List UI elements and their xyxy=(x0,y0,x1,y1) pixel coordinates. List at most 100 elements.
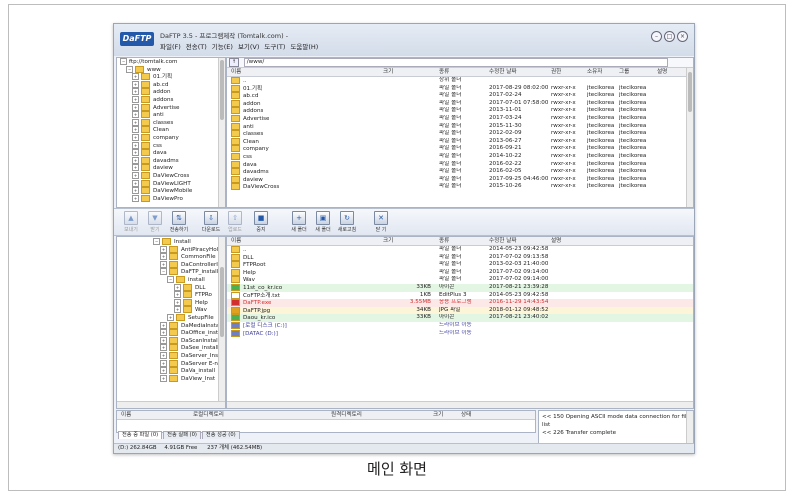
tree-item[interactable]: + DaViewCross xyxy=(117,171,225,180)
table-row[interactable]: 11st_co_kr.ico 33KB 아이콘 2017-08-21 23:39:28 xyxy=(227,283,693,292)
expand-icon[interactable]: + xyxy=(132,171,139,179)
expand-icon[interactable]: + xyxy=(132,156,139,164)
column-header[interactable]: 종류 xyxy=(439,237,449,245)
table-row[interactable]: company 파일 폴더 2016-09-21 rwxr-xr-x jtecikore… xyxy=(227,145,693,153)
table-row[interactable]: .. 상위 폴더 xyxy=(227,77,693,85)
tree-item[interactable]: − DaFTP_install xyxy=(117,268,225,276)
expand-icon[interactable]: + xyxy=(160,321,167,329)
tree-item[interactable]: − install xyxy=(117,275,225,284)
menu-item[interactable]: 보기(V) xyxy=(238,43,259,51)
expand-icon[interactable]: + xyxy=(160,253,167,261)
collapse-icon[interactable]: − xyxy=(120,58,127,65)
table-row[interactable]: Help 파일 폴더 2017-07-02 09:14:00 xyxy=(227,268,693,277)
tree-item[interactable]: + DaSee_install xyxy=(117,344,225,352)
tree-item[interactable]: + DaOffice_inst xyxy=(117,329,225,337)
tree-item[interactable]: + daview xyxy=(117,164,225,172)
tree-item[interactable]: + dava xyxy=(117,149,225,157)
table-row[interactable]: [로컬 디스크 (C:)] 드라이브 이동 xyxy=(227,321,693,330)
local-tree-hscrollbar[interactable] xyxy=(117,401,225,408)
tree-item[interactable]: + addon xyxy=(117,88,225,96)
column-header[interactable]: 수정한 날짜 xyxy=(489,68,517,76)
tree-item[interactable]: + DaControllerI xyxy=(117,260,225,269)
expand-icon[interactable]: + xyxy=(167,313,174,321)
column-header[interactable]: 상태 xyxy=(461,411,471,419)
toolbar-button[interactable]: ⇧ 업로드 xyxy=(222,211,248,233)
tree-item[interactable]: + Clean xyxy=(117,126,225,134)
expand-icon[interactable]: + xyxy=(160,367,167,375)
tree-item[interactable]: + ab.cd xyxy=(117,80,225,89)
expand-icon[interactable]: + xyxy=(132,80,139,88)
tree-item[interactable]: + DaViewMobile xyxy=(117,187,225,195)
expand-icon[interactable]: + xyxy=(160,344,167,352)
expand-icon[interactable]: + xyxy=(132,126,139,134)
table-row[interactable]: DaFTP.jpg 34KB JPG 파일 2018-01-12 09:48:52 xyxy=(227,306,693,315)
tree-item[interactable]: +01.기획 xyxy=(117,73,225,81)
column-header[interactable]: 설명 xyxy=(551,237,561,245)
tree-item[interactable]: + Wav xyxy=(117,306,225,314)
table-row[interactable]: Wav 파일 폴더 2017-07-02 09:14:00 xyxy=(227,276,693,284)
tree-item[interactable]: − Install xyxy=(117,238,225,246)
log-scrollbar[interactable] xyxy=(686,411,693,443)
menu-item[interactable]: 기능(E) xyxy=(212,43,233,51)
tree-item[interactable]: + Advertise xyxy=(117,103,225,112)
menu-item[interactable]: 도구(T) xyxy=(264,43,285,51)
table-row[interactable]: css 파일 폴더 2014-10-22 rwxr-xr-x jtecikorea jte… xyxy=(227,152,693,161)
column-header[interactable]: 원격디렉토리 xyxy=(331,411,362,419)
tree-www[interactable]: − www xyxy=(117,65,225,74)
expand-icon[interactable]: − xyxy=(153,238,160,245)
column-header[interactable]: 이름 xyxy=(231,237,241,245)
toolbar-button[interactable]: ▲ 보내기 xyxy=(118,211,144,233)
expand-icon[interactable]: + xyxy=(132,103,139,111)
expand-icon[interactable]: + xyxy=(160,336,167,344)
expand-icon[interactable]: + xyxy=(132,164,139,172)
toolbar-button[interactable]: ▣ 새 폴더 xyxy=(310,211,336,233)
table-row[interactable]: DaViewCross 파일 폴더 2015-10-26 rwxr-xr-x jteci… xyxy=(227,183,693,191)
tree-item[interactable]: + AntiPiracyHol xyxy=(117,245,225,254)
tree-item[interactable]: + DaScanInstall xyxy=(117,336,225,345)
table-row[interactable]: [DATAC (D:)] 드라이브 이동 xyxy=(227,329,693,338)
column-header[interactable]: 그룹 xyxy=(619,68,629,76)
column-header[interactable]: 권한 xyxy=(551,68,561,76)
tree-item[interactable]: + DaView_Inst xyxy=(117,374,225,383)
tree-item[interactable]: + classes xyxy=(117,118,225,127)
expand-icon[interactable]: + xyxy=(160,359,167,367)
tree-item[interactable]: + DaVa_install xyxy=(117,367,225,375)
menu-item[interactable]: 도움말(H) xyxy=(290,43,318,51)
up-folder-icon[interactable]: ↑ xyxy=(229,58,239,67)
column-header[interactable]: 수정한 날짜 xyxy=(489,237,517,245)
tab-transfer[interactable]: 전송 실패 (0) xyxy=(163,431,201,439)
expand-icon[interactable]: + xyxy=(132,73,139,81)
tree-item[interactable]: + DaViewPro xyxy=(117,194,225,203)
collapse-icon[interactable]: − xyxy=(126,65,133,73)
tree-item[interactable]: + Help xyxy=(117,298,225,307)
expand-icon[interactable]: + xyxy=(174,283,181,291)
column-header[interactable]: 로컬디렉토리 xyxy=(193,411,224,419)
expand-icon[interactable]: + xyxy=(132,141,139,149)
table-row[interactable]: anti 파일 폴더 2015-11-30 rwxr-xr-x jtecikorea jt… xyxy=(227,122,693,131)
table-row[interactable]: DLL 파일 폴더 2017-07-02 09:13:58 xyxy=(227,253,693,262)
expand-icon[interactable]: + xyxy=(174,291,181,299)
maximize-icon[interactable]: □ xyxy=(664,31,675,42)
table-row[interactable]: 01.기획 파일 폴더 2017-08-29 08:02:00 rwxr-xr-x jt… xyxy=(227,84,693,93)
expand-icon[interactable]: + xyxy=(160,245,167,253)
expand-icon[interactable]: + xyxy=(160,374,167,382)
table-row[interactable]: .. 파일 폴더 2014-05-23 09:42:58 xyxy=(227,246,693,254)
expand-icon[interactable]: + xyxy=(132,118,139,126)
table-row[interactable]: CoFTP소개.txt 1KB EditPlus 3 2014-05-23 09:42… xyxy=(227,291,693,300)
close-icon[interactable]: × xyxy=(677,31,688,42)
expand-icon[interactable]: + xyxy=(132,88,139,96)
table-row[interactable]: Advertise 파일 폴더 2017-03-24 rwxr-xr-x jteciko… xyxy=(227,114,693,123)
tree-item[interactable]: + css xyxy=(117,141,225,150)
expand-icon[interactable]: + xyxy=(174,298,181,306)
tree-item[interactable]: + anti xyxy=(117,111,225,119)
table-row[interactable]: Daou_kr.ico 33KB 아이콘 2017-08-21 23:40:02 xyxy=(227,314,693,322)
local-tree-scrollbar[interactable] xyxy=(218,237,225,402)
table-row[interactable]: FTPRoot 파일 폴더 2013-02-03 21:40:00 xyxy=(227,261,693,269)
tab-transfer[interactable]: 전송 중 파일 (0) xyxy=(118,431,163,439)
tree-item[interactable]: + addons xyxy=(117,95,225,104)
table-row[interactable]: ab.cd 파일 폴더 2017-02-24 rwxr-xr-x jtecikorea j… xyxy=(227,92,693,100)
tree-item[interactable]: + DaMediaInsta xyxy=(117,321,225,330)
tree-item[interactable]: + DaServer E-n xyxy=(117,359,225,368)
column-header[interactable]: 크기 xyxy=(383,68,393,76)
remote-list-scrollbar[interactable] xyxy=(686,68,693,207)
